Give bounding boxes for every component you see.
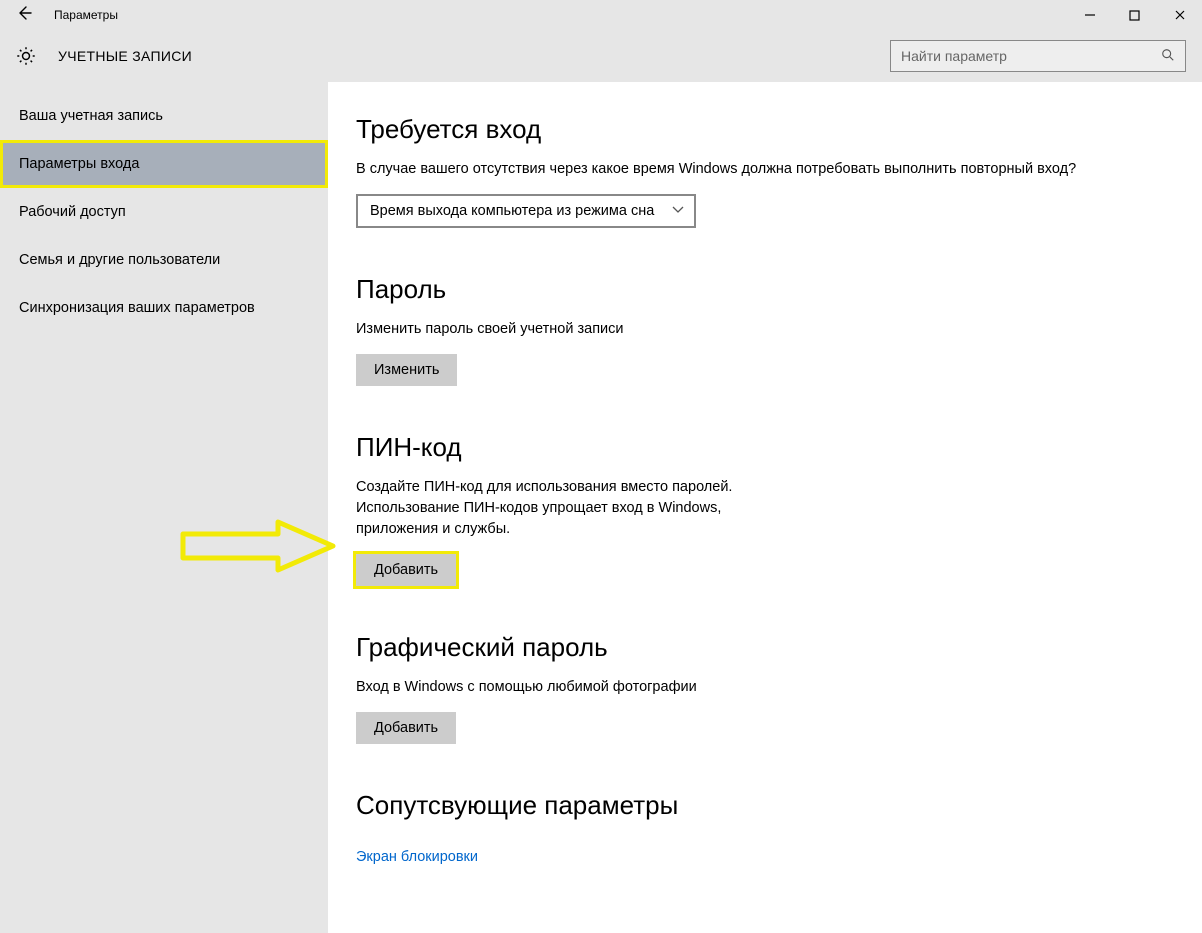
change-password-button[interactable]: Изменить — [356, 354, 457, 386]
maximize-button[interactable] — [1112, 0, 1157, 30]
dropdown-value: Время выхода компьютера из режима сна — [370, 203, 654, 219]
signin-required-desc: В случае вашего отсутствия через какое в… — [356, 159, 1096, 180]
window-title: Параметры — [48, 8, 118, 22]
sidebar-item-family[interactable]: Семья и другие пользователи — [0, 236, 328, 284]
sidebar-item-label: Семья и другие пользователи — [19, 252, 220, 268]
back-arrow-icon — [16, 5, 32, 21]
gear-icon — [14, 44, 38, 68]
lock-screen-link[interactable]: Экран блокировки — [356, 849, 478, 865]
minimize-button[interactable] — [1067, 0, 1112, 30]
back-button[interactable] — [0, 5, 48, 25]
pin-desc: Создайте ПИН-код для использования вмест… — [356, 477, 766, 540]
sidebar-item-label: Параметры входа — [19, 156, 139, 172]
search-placeholder: Найти параметр — [901, 48, 1161, 64]
settings-category-title: УЧЕТНЫЕ ЗАПИСИ — [58, 48, 890, 64]
add-pin-button[interactable]: Добавить — [356, 554, 456, 586]
heading-related: Сопутсвующие параметры — [356, 790, 1174, 821]
close-button[interactable] — [1157, 0, 1202, 30]
picture-password-desc: Вход в Windows с помощью любимой фотогра… — [356, 677, 1096, 698]
sidebar-item-your-account[interactable]: Ваша учетная запись — [0, 92, 328, 140]
sidebar: Ваша учетная запись Параметры входа Рабо… — [0, 82, 328, 933]
search-icon — [1161, 48, 1175, 65]
search-input[interactable]: Найти параметр — [890, 40, 1186, 72]
content-area: Требуется вход В случае вашего отсутстви… — [328, 82, 1202, 933]
titlebar: Параметры — [0, 0, 1202, 30]
heading-signin-required: Требуется вход — [356, 114, 1174, 145]
sidebar-item-label: Рабочий доступ — [19, 204, 126, 220]
sidebar-item-label: Синхронизация ваших параметров — [19, 300, 255, 316]
sidebar-item-sync[interactable]: Синхронизация ваших параметров — [0, 284, 328, 332]
heading-picture-password: Графический пароль — [356, 632, 1174, 663]
close-icon — [1174, 9, 1186, 21]
heading-pin: ПИН-код — [356, 432, 1174, 463]
heading-password: Пароль — [356, 274, 1174, 305]
sidebar-item-work-access[interactable]: Рабочий доступ — [0, 188, 328, 236]
main-area: Ваша учетная запись Параметры входа Рабо… — [0, 82, 1202, 933]
chevron-down-icon — [672, 205, 684, 217]
sidebar-item-label: Ваша учетная запись — [19, 108, 163, 124]
password-desc: Изменить пароль своей учетной записи — [356, 319, 1096, 340]
minimize-icon — [1084, 9, 1096, 21]
add-picture-password-button[interactable]: Добавить — [356, 712, 456, 744]
maximize-icon — [1129, 10, 1140, 21]
header: УЧЕТНЫЕ ЗАПИСИ Найти параметр — [0, 30, 1202, 82]
sidebar-item-signin-options[interactable]: Параметры входа — [0, 140, 328, 188]
signin-required-dropdown[interactable]: Время выхода компьютера из режима сна — [356, 194, 696, 228]
